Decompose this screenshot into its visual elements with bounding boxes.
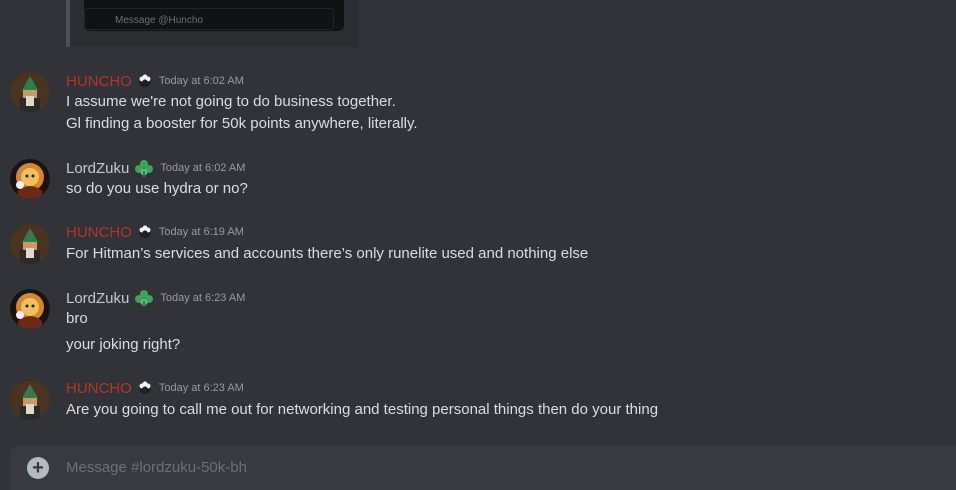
sheep-icon xyxy=(137,380,153,396)
clover-icon xyxy=(134,289,154,307)
timestamp: Today at 6:02 AM xyxy=(160,162,246,174)
embed-message-input: Message @Huncho xyxy=(84,8,334,30)
plus-circle-icon[interactable]: + xyxy=(27,457,49,479)
username[interactable]: HUNCHO xyxy=(66,224,132,241)
sheep-icon xyxy=(137,224,153,240)
dm-embed-preview: Message @Huncho xyxy=(66,0,359,47)
avatar-huncho[interactable] xyxy=(10,72,50,112)
sheep-icon xyxy=(137,73,153,89)
username[interactable]: HUNCHO xyxy=(66,380,132,397)
message-text: your joking right? xyxy=(66,336,181,353)
message-text: I assume we're not going to do business … xyxy=(66,93,396,110)
avatar-huncho[interactable] xyxy=(10,380,50,420)
message-header: HUNCHO Today at 6:02 AM xyxy=(66,71,244,91)
message-text: Gl finding a booster for 50k points anyw… xyxy=(66,115,418,132)
message-composer[interactable]: + Message #lordzuku-50k-bh xyxy=(10,446,956,490)
timestamp: Today at 6:19 AM xyxy=(158,226,244,238)
timestamp: Today at 6:23 AM xyxy=(160,292,246,304)
message-input[interactable]: Message #lordzuku-50k-bh xyxy=(66,459,247,476)
username[interactable]: LordZuku xyxy=(66,290,129,307)
message-text: so do you use hydra or no? xyxy=(66,180,248,197)
message-header: HUNCHO Today at 6:23 AM xyxy=(66,378,244,398)
message-header: LordZuku Today at 6:02 AM xyxy=(66,158,245,178)
embed-inner: Message @Huncho xyxy=(84,0,344,31)
timestamp: Today at 6:02 AM xyxy=(158,75,244,87)
message-header: LordZuku Today at 6:23 AM xyxy=(66,288,245,308)
message-header: HUNCHO Today at 6:19 AM xyxy=(66,222,244,242)
avatar-huncho[interactable] xyxy=(10,224,50,264)
message-text: For Hitman’s services and accounts there… xyxy=(66,245,589,262)
avatar-lordzuku[interactable] xyxy=(10,159,50,199)
message-text: bro xyxy=(66,310,88,327)
timestamp: Today at 6:23 AM xyxy=(158,382,244,394)
clover-icon xyxy=(134,159,154,177)
message-text: Are you going to call me out for network… xyxy=(66,401,659,418)
avatar-lordzuku[interactable] xyxy=(10,289,50,329)
username[interactable]: LordZuku xyxy=(66,160,129,177)
username[interactable]: HUNCHO xyxy=(66,73,132,90)
